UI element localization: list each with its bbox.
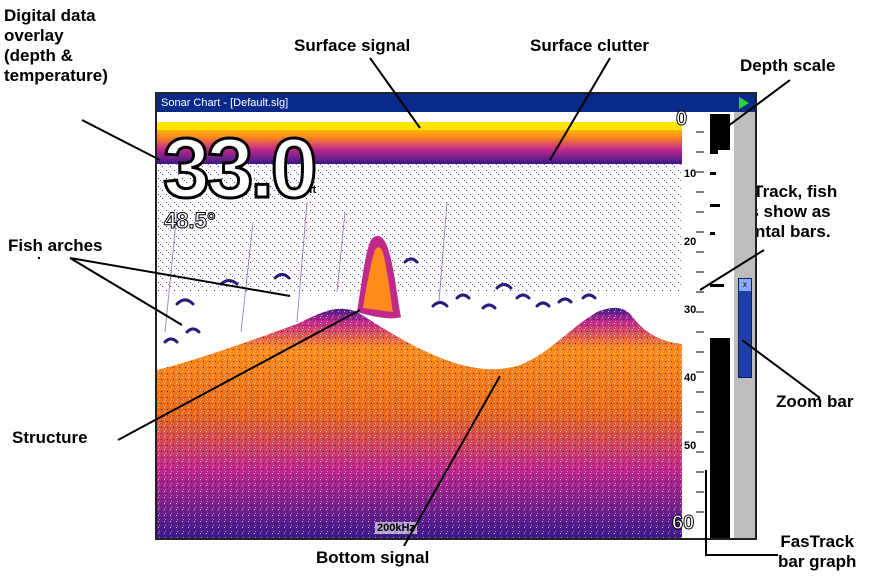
window-titlebar: Sonar Chart - [Default.slg]: [157, 94, 755, 112]
zoom-bar[interactable]: x: [738, 278, 752, 378]
callout-digital-overlay-line4: temperature): [4, 66, 108, 85]
fastrack-bar-graph: [710, 112, 732, 538]
zoom-track[interactable]: x: [732, 112, 755, 538]
temperature-readout: 48.5°: [164, 208, 217, 234]
window-title: Sonar Chart - [Default.slg]: [161, 97, 289, 109]
callout-bottom-signal: Bottom signal: [316, 548, 430, 567]
callout-digital-overlay: Digital data overlay (depth & temperatur…: [4, 6, 108, 86]
callout-fastrack-bar-graph-line1: FasTrack: [780, 532, 855, 551]
callout-structure: Structure: [12, 428, 88, 447]
depth-unit: ft: [309, 184, 317, 196]
sonar-chart[interactable]: 33.0 ft 48.5° 200kHz: [157, 112, 682, 538]
callout-fish-arches: Fish arches: [8, 236, 103, 255]
callout-fastrack-bar-graph-line2: bar graph: [778, 552, 857, 571]
depth-scale-ticks: [696, 131, 704, 513]
callout-fastrack-bar-graph: FasTrack bar graph: [778, 532, 856, 572]
depth-readout: 33.0: [162, 121, 319, 215]
callout-zoom-bar: Zoom bar: [776, 392, 854, 411]
callout-surface-signal: Surface signal: [294, 36, 411, 55]
depth-scale: 0 10 20 30 40 50 60: [671, 108, 710, 538]
zoom-bar-label: x: [739, 279, 751, 291]
leader-digital-overlay: [81, 119, 161, 161]
fastrack-bars: [710, 114, 730, 538]
callout-digital-overlay-line2: overlay: [4, 26, 64, 45]
frequency-label: 200kHz: [375, 522, 417, 534]
play-icon[interactable]: [739, 97, 749, 109]
sonar-screen: Sonar Chart - [Default.slg] 33.0 ft 48.5…: [155, 92, 757, 540]
callout-digital-overlay-line3: (depth &: [4, 46, 73, 65]
callout-digital-overlay-line1: Digital data: [4, 6, 96, 25]
callout-depth-scale: Depth scale: [740, 56, 836, 75]
bottom-texture: [157, 307, 682, 538]
callout-surface-clutter: Surface clutter: [530, 36, 650, 55]
